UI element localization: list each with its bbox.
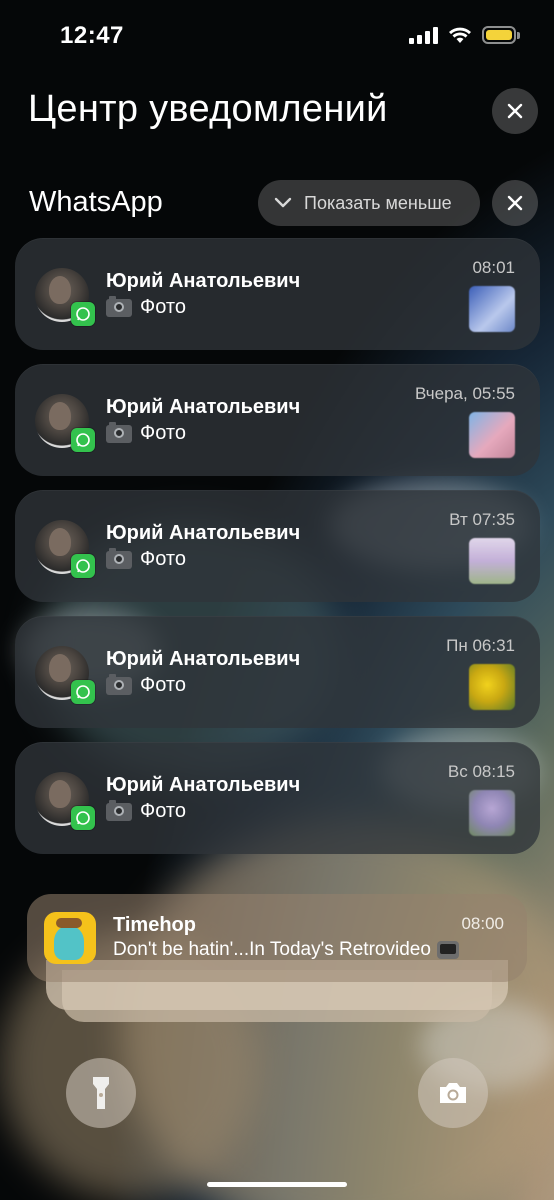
notification-message: Фото xyxy=(106,295,186,319)
notification-card[interactable]: Юрий Анатольевич Фото Пн 06:31 xyxy=(15,616,540,728)
timehop-app-icon xyxy=(44,912,96,964)
notification-text: Фото xyxy=(140,548,186,570)
notification-card[interactable]: Юрий Анатольевич Фото 08:01 xyxy=(15,238,540,350)
show-less-button[interactable]: Показать меньше xyxy=(258,180,480,226)
whatsapp-icon xyxy=(71,680,95,704)
photo-thumbnail xyxy=(469,286,515,332)
camera-emoji-icon xyxy=(106,547,132,569)
close-icon xyxy=(507,103,523,119)
timehop-notification[interactable]: Timehop Don't be hatin'...In Today's Ret… xyxy=(27,894,527,982)
notification-time: Вчера, 05:55 xyxy=(415,384,515,403)
photo-thumbnail xyxy=(469,664,515,710)
flashlight-icon xyxy=(93,1077,109,1109)
notification-time: 08:01 xyxy=(472,258,515,277)
notification-time: 08:00 xyxy=(461,914,504,933)
notification-text: Фото xyxy=(140,674,186,696)
notification-time: Вс 08:15 xyxy=(447,762,515,781)
notification-sender: Юрий Анатольевич xyxy=(106,774,301,796)
camera-button[interactable] xyxy=(418,1058,488,1128)
photo-thumbnail xyxy=(469,538,515,584)
notification-sender: Юрий Анатольевич xyxy=(106,270,301,292)
home-indicator[interactable] xyxy=(207,1182,347,1187)
status-icons xyxy=(409,26,520,44)
notification-sender: Timehop xyxy=(113,914,196,936)
notification-sender: Юрий Анатольевич xyxy=(106,522,301,544)
status-time: 12:47 xyxy=(60,22,124,49)
notification-message: Don't be hatin'...In Today's Retrovideo xyxy=(113,939,459,961)
camera-emoji-icon xyxy=(106,295,132,317)
flashlight-button[interactable] xyxy=(66,1058,136,1128)
battery-icon xyxy=(482,26,520,44)
notification-card[interactable]: Юрий Анатольевич Фото Вчера, 05:55 xyxy=(15,364,540,476)
whatsapp-icon xyxy=(71,554,95,578)
notification-text: Фото xyxy=(140,800,186,822)
clear-all-button[interactable] xyxy=(492,88,538,134)
show-less-label: Показать меньше xyxy=(304,192,452,213)
notification-message: Фото xyxy=(106,421,186,445)
photo-thumbnail xyxy=(469,412,515,458)
wifi-icon xyxy=(449,27,471,43)
notification-message: Фото xyxy=(106,547,186,571)
group-app-name: WhatsApp xyxy=(29,186,163,218)
tv-emoji-icon xyxy=(436,941,459,959)
notification-card[interactable]: Юрий Анатольевич Фото Вт 07:35 xyxy=(15,490,540,602)
clear-group-button[interactable] xyxy=(492,180,538,226)
close-icon xyxy=(507,195,523,211)
notification-text: Фото xyxy=(140,422,186,444)
whatsapp-icon xyxy=(71,806,95,830)
status-bar: 12:47 xyxy=(0,0,554,72)
whatsapp-icon xyxy=(71,302,95,326)
notification-message: Фото xyxy=(106,673,186,697)
notification-time: Вт 07:35 xyxy=(449,510,515,529)
notification-card[interactable]: Юрий Анатольевич Фото Вс 08:15 xyxy=(15,742,540,854)
notification-message: Фото xyxy=(106,799,186,823)
photo-thumbnail xyxy=(469,790,515,836)
camera-emoji-icon xyxy=(106,799,132,821)
whatsapp-icon xyxy=(71,428,95,452)
chevron-down-icon xyxy=(274,197,292,208)
cellular-signal-icon xyxy=(409,26,438,44)
page-title: Центр уведомлений xyxy=(28,88,388,130)
camera-emoji-icon xyxy=(106,673,132,695)
camera-emoji-icon xyxy=(106,421,132,443)
notification-text: Don't be hatin'...In Today's Retrovideo xyxy=(113,939,431,960)
notification-sender: Юрий Анатольевич xyxy=(106,396,301,418)
camera-icon xyxy=(440,1083,466,1103)
notification-sender: Юрий Анатольевич xyxy=(106,648,301,670)
notification-text: Фото xyxy=(140,296,186,318)
notification-time: Пн 06:31 xyxy=(446,636,515,655)
